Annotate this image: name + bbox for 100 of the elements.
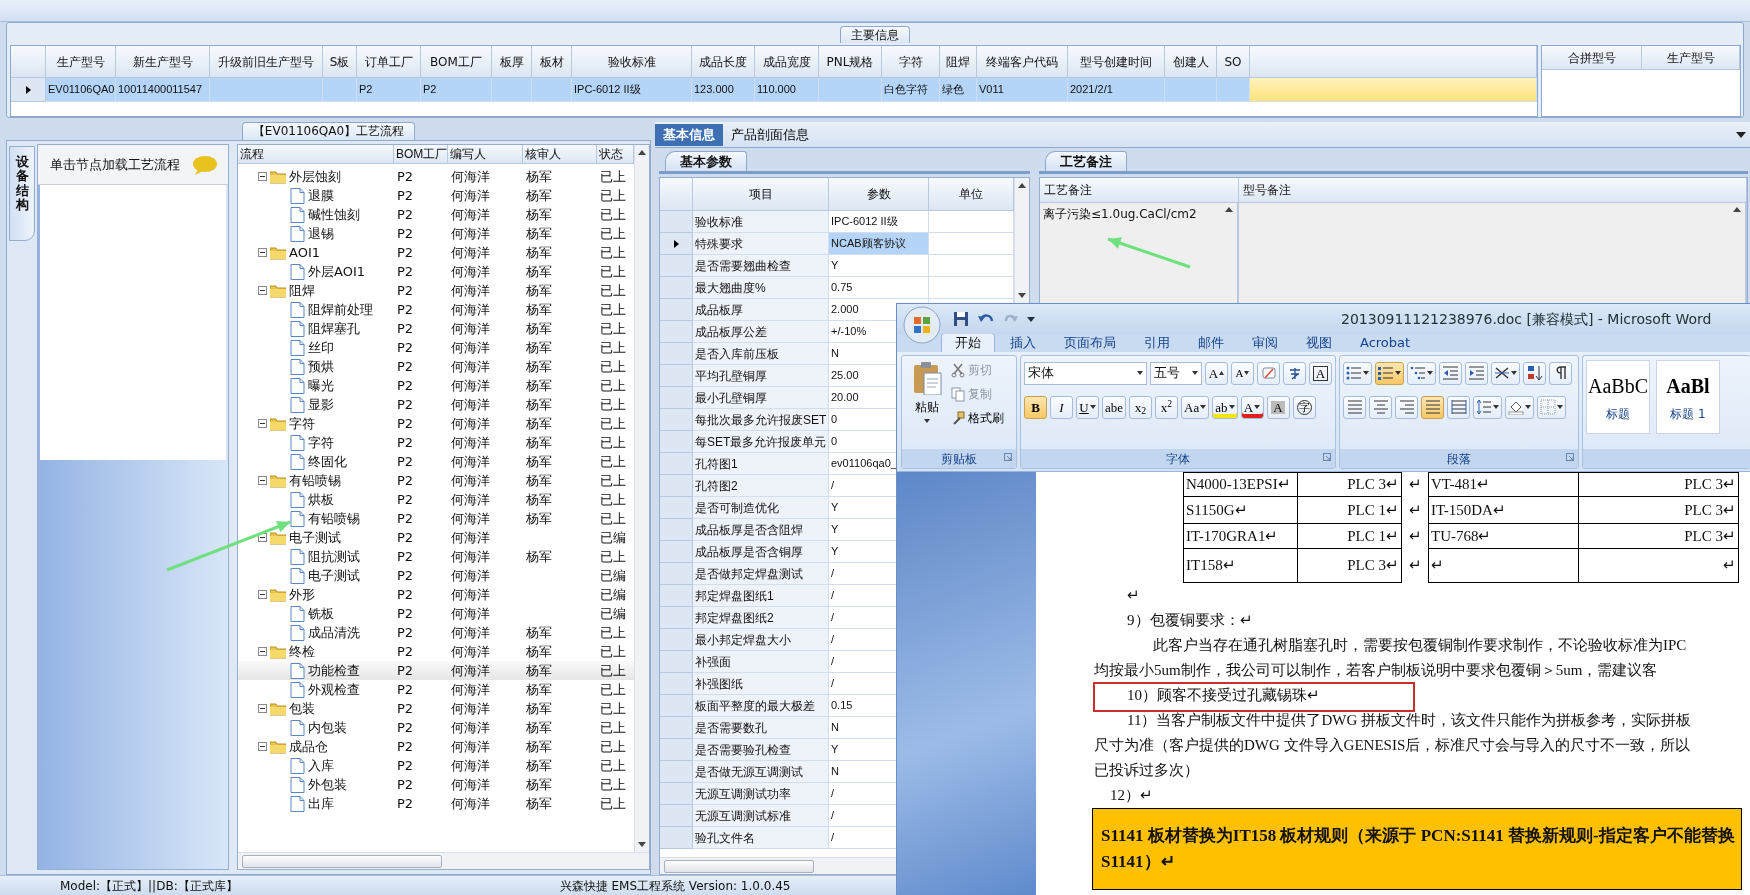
column-header[interactable]: 字符 [882, 46, 940, 78]
column-header[interactable]: 创建人 [1165, 46, 1217, 78]
character-border-button[interactable]: A [1309, 361, 1332, 385]
tree-row[interactable]: 阻焊前处理 P2 何海洋 杨军 已上 [238, 300, 634, 319]
bold-button[interactable]: B [1024, 395, 1047, 419]
row-header[interactable] [660, 233, 693, 255]
column-header[interactable]: 成品宽度 [755, 46, 819, 78]
ribbon-tab[interactable]: 引用 [1131, 334, 1183, 352]
tree-row[interactable]: AOI1 P2 何海洋 杨军 已上 [238, 243, 634, 262]
tree-row[interactable]: 电子测试 P2 何海洋 已编 [238, 566, 634, 585]
column-header[interactable]: 板材 [532, 46, 572, 78]
sub-tab[interactable]: 工艺备注 [1045, 151, 1127, 171]
show-marks-button[interactable] [1549, 361, 1572, 385]
collapse-icon[interactable] [258, 248, 267, 258]
align-right-button[interactable] [1395, 395, 1418, 419]
collapse-icon[interactable] [258, 647, 267, 657]
chinese-layout-button[interactable] [1491, 361, 1520, 385]
column-header[interactable]: 单位 [929, 178, 1014, 211]
change-case-button[interactable]: Aa [1181, 395, 1210, 419]
shading-button[interactable] [1505, 395, 1534, 419]
column-header[interactable]: BOM工厂 [421, 46, 492, 78]
collapse-icon[interactable] [258, 286, 267, 296]
multilevel-list-button[interactable] [1407, 361, 1436, 385]
column-header[interactable]: 升级前旧生产型号 [210, 46, 323, 78]
justify-button[interactable] [1421, 395, 1444, 419]
collapse-icon[interactable] [258, 476, 267, 486]
shrink-font-button[interactable]: A [1231, 361, 1254, 385]
side-tab[interactable]: 设备结构 [9, 146, 35, 241]
select-all-corner[interactable] [660, 178, 693, 211]
align-left-button[interactable] [1343, 395, 1366, 419]
scroll-up-icon[interactable] [1224, 205, 1234, 214]
horizontal-scrollbar[interactable] [660, 857, 896, 874]
bullets-button[interactable] [1343, 361, 1372, 385]
style-preset[interactable]: AaBl 标题 1 [1656, 360, 1720, 434]
collapse-icon[interactable] [258, 533, 267, 543]
format-painter-button[interactable]: 格式刷 [949, 408, 1006, 428]
scroll-down-icon[interactable] [1017, 291, 1027, 300]
customize-caret-icon[interactable] [1027, 315, 1035, 323]
tree-row[interactable]: 功能检查 P2 何海洋 杨军 已上 [238, 661, 634, 680]
tree-row[interactable]: 有铅喷锡 P2 何海洋 杨军 已上 [238, 509, 634, 528]
tree-row[interactable]: 阻焊塞孔 P2 何海洋 杨军 已上 [238, 319, 634, 338]
dialog-launcher-icon[interactable] [1566, 453, 1574, 461]
tree-row[interactable]: 入库 P2 何海洋 杨军 已上 [238, 756, 634, 775]
distributed-button[interactable] [1447, 395, 1470, 419]
style-preset[interactable]: AaBbC 标题 [1586, 360, 1650, 434]
line-spacing-button[interactable] [1473, 395, 1502, 419]
tree-row[interactable]: 出库 P2 何海洋 杨军 已上 [238, 794, 634, 813]
ribbon-tab[interactable]: 邮件 [1185, 334, 1237, 352]
column-header[interactable]: SO [1217, 46, 1250, 78]
ribbon-tab[interactable]: 视图 [1293, 334, 1345, 352]
font-size-field[interactable]: 五号 [1150, 361, 1202, 385]
tree-row[interactable]: 终固化 P2 何海洋 杨军 已上 [238, 452, 634, 471]
vertical-scrollbar[interactable] [1014, 178, 1029, 303]
tree-row[interactable]: 外包装 P2 何海洋 杨军 已上 [238, 775, 634, 794]
sort-button[interactable] [1523, 361, 1546, 385]
tree-row[interactable]: 烘板 P2 何海洋 杨军 已上 [238, 490, 634, 509]
column-header[interactable]: 验收标准 [572, 46, 692, 78]
collapse-icon[interactable] [258, 742, 267, 752]
tree-row[interactable]: 字符 P2 何海洋 杨军 已上 [238, 414, 634, 433]
scroll-up-icon[interactable] [637, 148, 647, 157]
strikethrough-button[interactable]: abe [1102, 395, 1127, 419]
column-header[interactable]: 项目 [693, 178, 829, 211]
tree-row[interactable]: 丝印 P2 何海洋 杨军 已上 [238, 338, 634, 357]
phonetic-guide-button[interactable] [1283, 361, 1306, 385]
subscript-button[interactable]: x$_{2}$ [1129, 395, 1153, 419]
tree-row[interactable]: 阻抗测试 P2 何海洋 杨军 已上 [238, 547, 634, 566]
align-center-button[interactable] [1369, 395, 1392, 419]
tree-row[interactable]: 有铅喷锡 P2 何海洋 杨军 已上 [238, 471, 634, 490]
increase-indent-button[interactable] [1465, 361, 1488, 385]
column-header[interactable] [1250, 46, 1537, 78]
tree-row[interactable]: 外观检查 P2 何海洋 杨军 已上 [238, 680, 634, 699]
tree-row[interactable]: 铣板 P2 何海洋 已编 [238, 604, 634, 623]
column-header[interactable]: 生产型号 [1642, 46, 1740, 70]
dialog-launcher-icon[interactable] [1323, 453, 1331, 461]
scroll-up-icon[interactable] [1732, 205, 1742, 214]
scroll-up-icon[interactable] [1017, 181, 1027, 190]
tree-row[interactable]: 退膜 P2 何海洋 杨军 已上 [238, 186, 634, 205]
tree-row[interactable]: 外层AOI1 P2 何海洋 杨军 已上 [238, 262, 634, 281]
decrease-indent-button[interactable] [1439, 361, 1462, 385]
vertical-scrollbar[interactable] [634, 145, 649, 852]
column-header[interactable]: 核审人 [523, 145, 597, 164]
italic-button[interactable]: I [1050, 395, 1073, 419]
column-header[interactable]: 订单工厂 [357, 46, 421, 78]
column-header[interactable]: 成品长度 [692, 46, 755, 78]
underline-button[interactable]: U [1076, 395, 1099, 419]
tree-row[interactable]: 曝光 P2 何海洋 杨军 已上 [238, 376, 634, 395]
collapse-icon[interactable] [258, 590, 267, 600]
clear-format-button[interactable] [1257, 361, 1280, 385]
tree-row[interactable]: 终检 P2 何海洋 杨军 已上 [238, 642, 634, 661]
ribbon-tab[interactable]: 插入 [997, 334, 1049, 352]
row-header[interactable] [11, 78, 46, 102]
tree-row[interactable]: 外形 P2 何海洋 已编 [238, 585, 634, 604]
column-header[interactable]: 板厚 [492, 46, 532, 78]
horizontal-scrollbar[interactable] [238, 852, 649, 869]
tree-row[interactable]: 电子测试 P2 何海洋 已编 [238, 528, 634, 547]
font-name-field[interactable]: 宋体 [1024, 361, 1148, 385]
tree-row[interactable]: 显影 P2 何海洋 杨军 已上 [238, 395, 634, 414]
font-color-button[interactable]: A [1240, 395, 1264, 419]
column-header[interactable]: 工艺备注 [1040, 178, 1239, 203]
save-icon[interactable] [953, 311, 969, 327]
